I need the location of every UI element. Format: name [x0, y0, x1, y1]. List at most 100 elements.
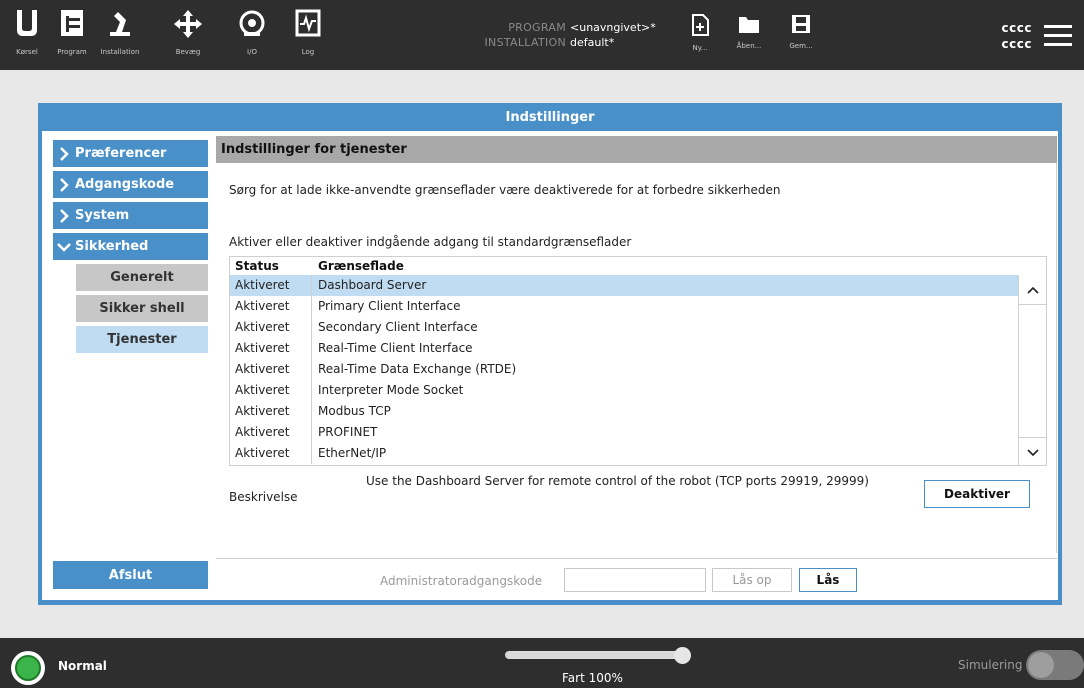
program-key: PROGRAM — [508, 21, 566, 34]
nav-log-button[interactable]: Log — [283, 6, 333, 66]
row-status: Aktiveret — [230, 338, 312, 359]
user-line-2: cccc — [1001, 37, 1032, 51]
admin-password-input[interactable] — [564, 568, 706, 592]
header-status: Status — [235, 259, 279, 273]
nav-run-button[interactable]: Kørsel — [2, 6, 52, 66]
unlock-button[interactable]: Lås op — [712, 568, 792, 592]
sidebar-item-label: Adgangskode — [75, 177, 175, 192]
row-interface: Dashboard Server — [318, 278, 427, 292]
table-row[interactable]: Aktiveret Real-Time Client Interface — [230, 338, 1018, 359]
row-interface: Interpreter Mode Socket — [318, 383, 464, 397]
exit-button[interactable]: Afslut — [53, 561, 208, 589]
new-file-label: Ny... — [692, 44, 708, 52]
nav-move-label: Bevæg — [175, 48, 201, 56]
row-status: Aktiveret — [230, 296, 312, 317]
nav-io-label: I/O — [247, 48, 257, 56]
table-row[interactable]: Aktiveret Secondary Client Interface — [230, 317, 1018, 338]
table-row[interactable]: Aktiveret Real-Time Data Exchange (RTDE) — [230, 359, 1018, 380]
row-status: Aktiveret — [230, 275, 312, 296]
sidebar-item-password[interactable]: Adgangskode — [53, 171, 208, 198]
deactivate-button[interactable]: Deaktiver — [924, 480, 1030, 508]
row-status: Aktiveret — [230, 443, 312, 464]
open-file-label: Åben... — [736, 42, 762, 50]
sidebar-item-security[interactable]: Sikkerhed — [53, 233, 208, 260]
table-row[interactable]: Aktiveret Modbus TCP — [230, 401, 1018, 422]
sidebar-subitem-services[interactable]: Tjenester — [76, 326, 208, 353]
new-file-icon — [692, 14, 709, 36]
table-row[interactable]: Aktiveret Dashboard Server — [230, 275, 1018, 296]
row-status: Aktiveret — [230, 317, 312, 338]
hamburger-menu-icon[interactable] — [1044, 25, 1072, 47]
row-status: Aktiveret — [230, 380, 312, 401]
open-file-button[interactable]: Åben... — [729, 14, 769, 64]
settings-dialog: Indstillinger Præferencer Adgangskode Sy… — [38, 103, 1062, 605]
robot-arm-icon — [110, 12, 130, 36]
installation-key: INSTALLATION — [484, 36, 566, 49]
scroll-up-button[interactable] — [1019, 275, 1046, 305]
simulation-label: Simulering — [958, 658, 1023, 672]
chevron-right-icon — [53, 177, 75, 192]
sidebar-subitem-general[interactable]: Generelt — [76, 264, 208, 291]
speed-slider-handle[interactable] — [674, 647, 691, 664]
sidebar-item-system[interactable]: System — [53, 202, 208, 229]
nav-log-label: Log — [301, 48, 315, 56]
row-interface: Secondary Client Interface — [318, 320, 478, 334]
chevron-down-icon — [53, 242, 75, 252]
installation-value: default* — [570, 36, 615, 49]
table-scrollbar[interactable] — [1018, 275, 1046, 465]
user-line-1: cccc — [1001, 21, 1032, 35]
row-interface: EtherNet/IP — [318, 446, 387, 460]
robot-status-icon[interactable] — [11, 651, 45, 685]
admin-password-label: Administratoradgangskode — [380, 574, 543, 588]
security-info-text: Sørg for at lade ikke-anvendte grænsefla… — [229, 183, 781, 197]
panel-heading: Indstillinger for tjenester — [216, 136, 1057, 163]
folder-icon — [739, 17, 759, 33]
row-status: Aktiveret — [230, 359, 312, 380]
services-panel: Sørg for at lade ikke-anvendte grænsefla… — [216, 163, 1057, 553]
program-value: <unavngivet>* — [570, 21, 656, 34]
sidebar-item-preferences[interactable]: Præferencer — [53, 140, 208, 167]
save-file-button[interactable]: Gem... — [781, 14, 821, 64]
sidebar-item-label: Præferencer — [75, 146, 167, 161]
nav-program-label: Program — [57, 48, 87, 56]
row-status: Aktiveret — [230, 422, 312, 443]
table-row[interactable]: Aktiveret PROFINET — [230, 422, 1018, 443]
scroll-down-button[interactable] — [1019, 437, 1046, 465]
table-row[interactable]: Aktiveret Primary Client Interface — [230, 296, 1018, 317]
sidebar-item-label: System — [75, 208, 130, 223]
sidebar-subitem-secure-shell[interactable]: Sikker shell — [76, 295, 208, 322]
ur-logo-icon — [17, 10, 37, 36]
move-arrows-icon — [174, 10, 202, 38]
nav-move-button[interactable]: Bevæg — [163, 6, 213, 66]
admin-footer: Administratoradgangskode Lås op Lås — [216, 558, 1057, 600]
new-file-button[interactable]: Ny... — [680, 14, 720, 64]
row-interface: Primary Client Interface — [318, 299, 461, 313]
interfaces-table: Status Grænseflade Aktiveret Dashboard S… — [229, 256, 1047, 466]
speed-label: Fart 100% — [562, 671, 623, 685]
description-text: Use the Dashboard Server for remote cont… — [366, 474, 869, 488]
speed-slider[interactable] — [505, 651, 683, 659]
header-interface: Grænseflade — [318, 259, 404, 273]
row-interface: Modbus TCP — [318, 404, 391, 418]
dialog-body: Præferencer Adgangskode System Sikkerhed… — [42, 131, 1058, 600]
save-icon — [792, 15, 810, 33]
top-bar: Kørsel Program Installation Bevæg I/O Lo… — [0, 0, 1084, 70]
sidebar-item-label: Sikkerhed — [75, 239, 149, 254]
user-info: cccc cccc — [1002, 20, 1032, 52]
dialog-title: Indstillinger — [505, 110, 595, 125]
nav-io-button[interactable]: I/O — [227, 6, 277, 66]
nav-run-label: Kørsel — [16, 48, 38, 56]
row-interface: Real-Time Client Interface — [318, 341, 473, 355]
nav-program-button[interactable]: Program — [47, 6, 97, 66]
table-row[interactable]: Aktiveret EtherNet/IP — [230, 443, 1018, 464]
save-file-label: Gem... — [789, 42, 813, 50]
speed-slider-fill — [506, 652, 682, 658]
access-instructions: Aktiver eller deaktiver indgående adgang… — [229, 235, 632, 249]
log-icon — [295, 9, 321, 37]
table-row[interactable]: Aktiveret Interpreter Mode Socket — [230, 380, 1018, 401]
simulation-toggle[interactable] — [1026, 650, 1084, 680]
lock-button[interactable]: Lås — [799, 568, 857, 592]
chevron-right-icon — [53, 146, 75, 161]
nav-installation-button[interactable]: Installation — [95, 6, 145, 66]
table-header: Status Grænseflade — [230, 257, 1020, 275]
